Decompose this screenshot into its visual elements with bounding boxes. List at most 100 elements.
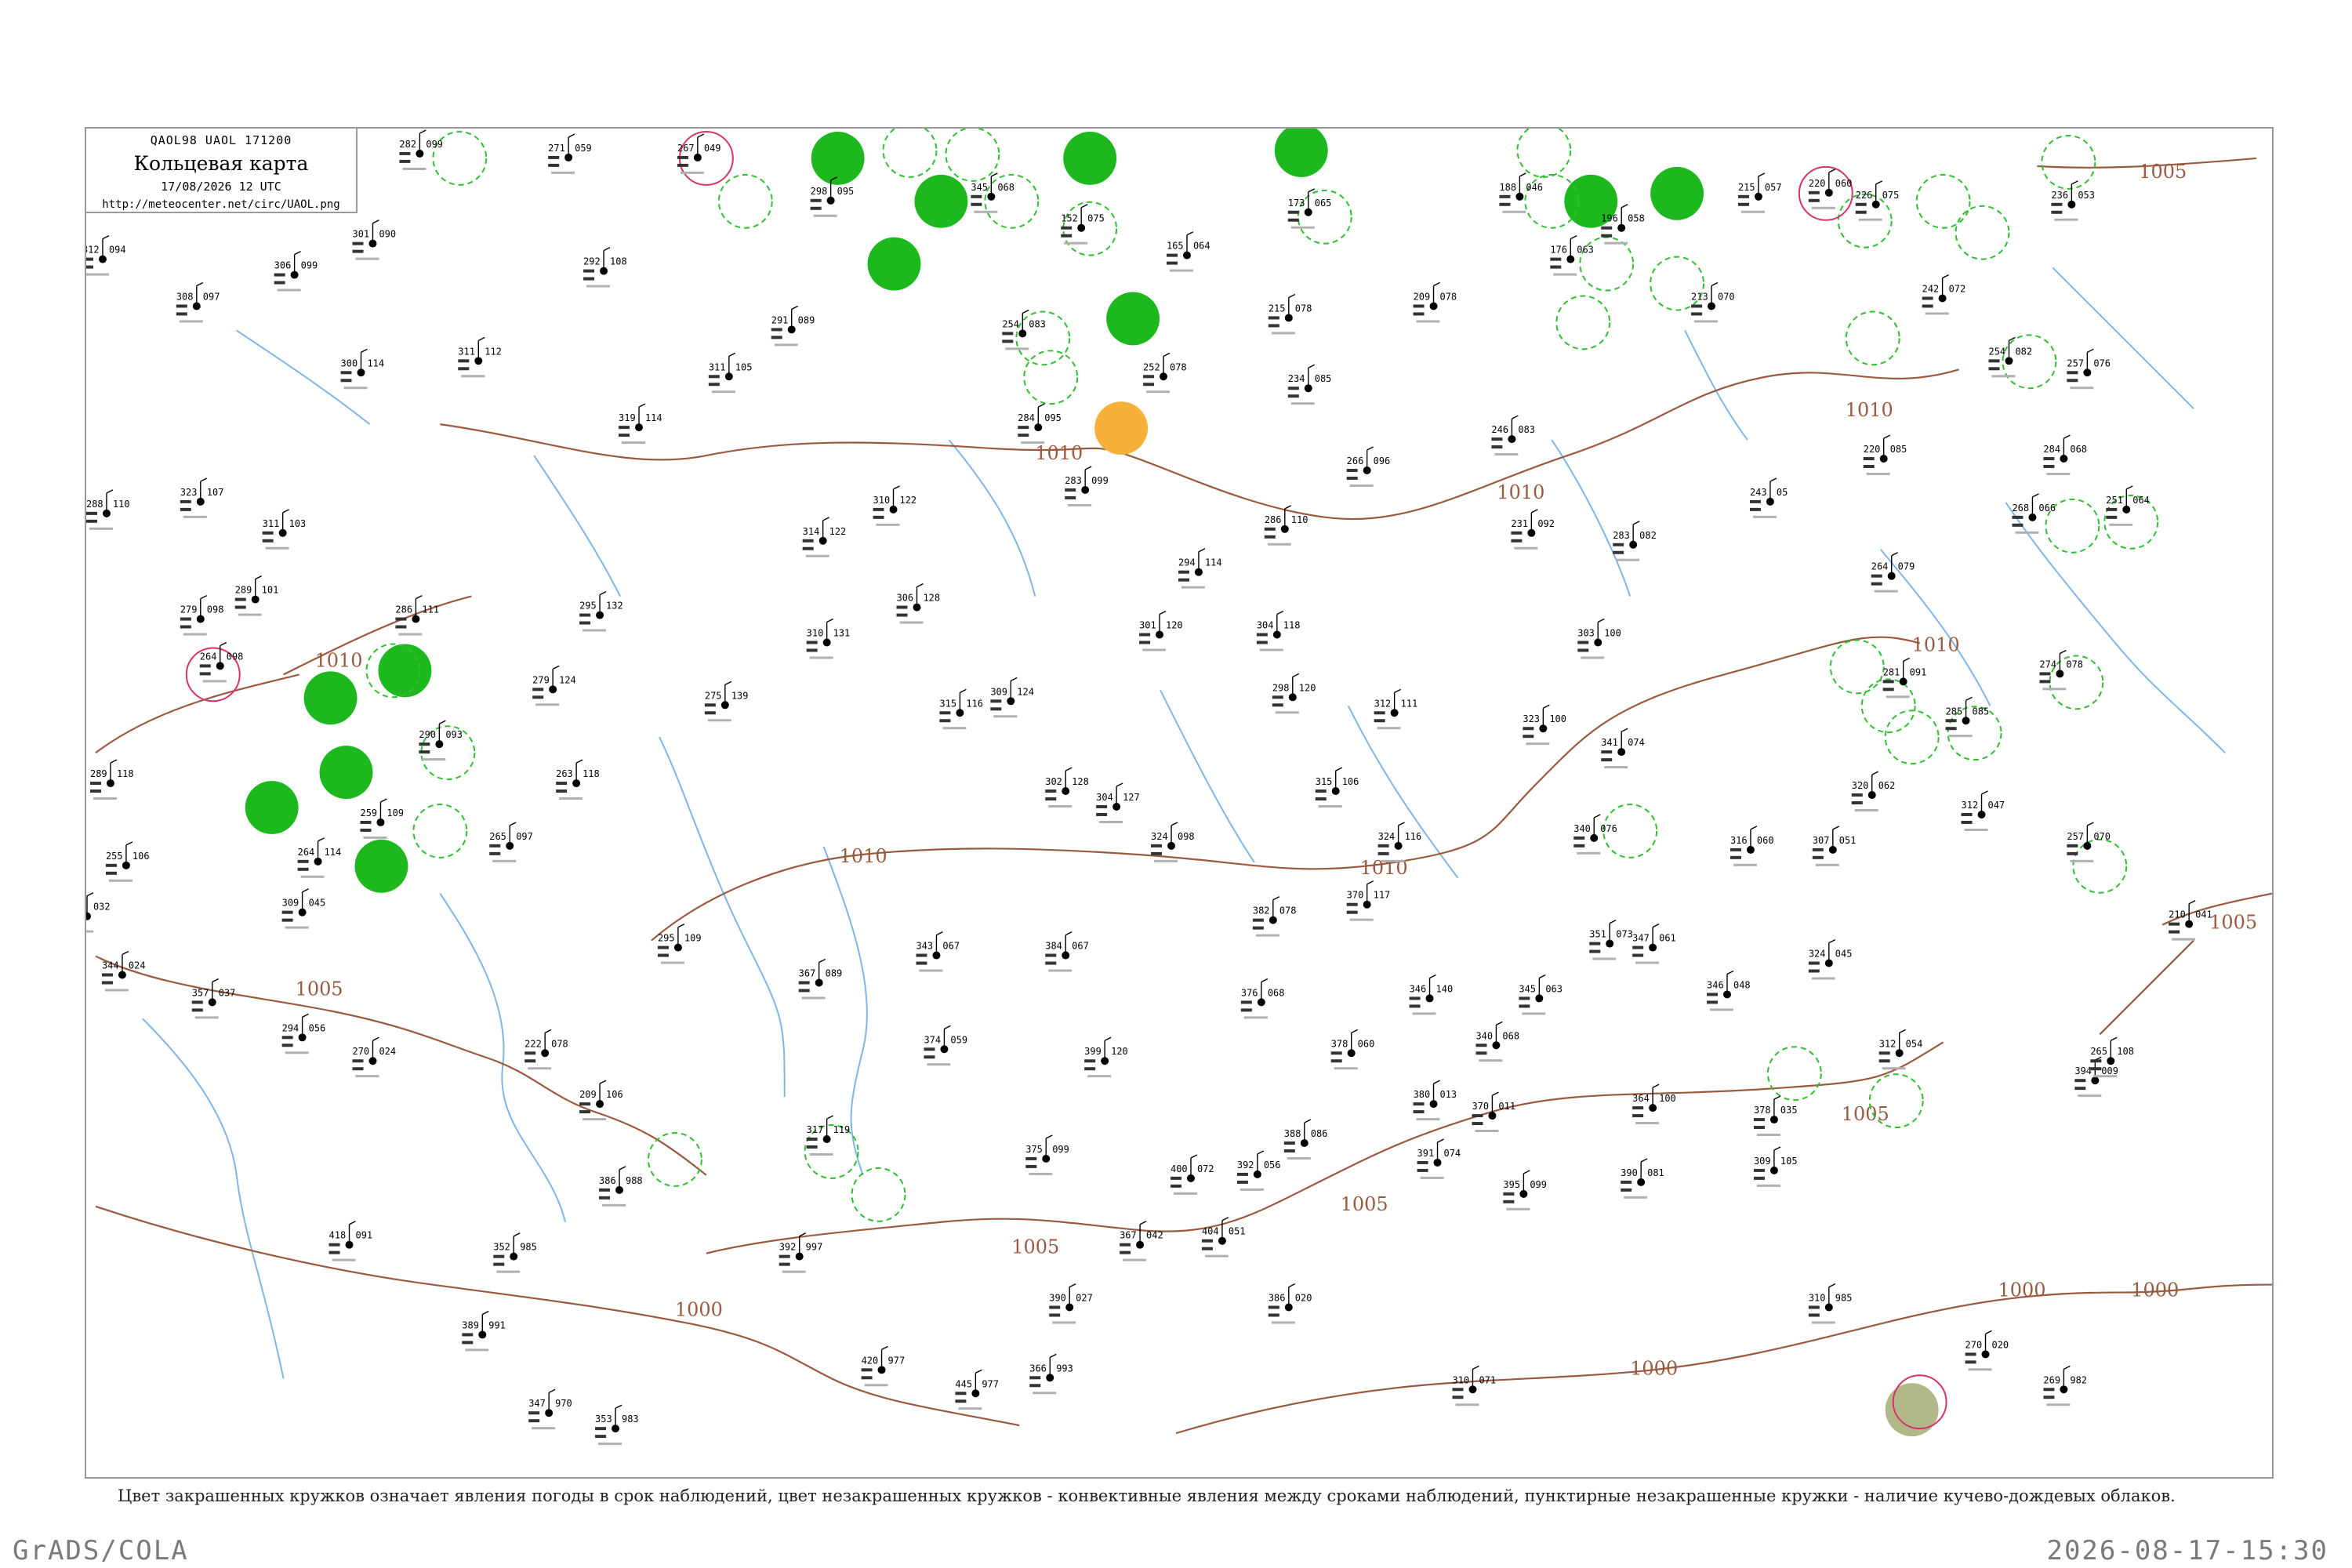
- station-plot[interactable]: 209 078: [1413, 281, 1457, 323]
- station-plot[interactable]: 236 053: [2051, 180, 2095, 221]
- station-plot[interactable]: 188 046: [1499, 172, 1543, 213]
- station-plot[interactable]: 364 100: [1632, 1083, 1676, 1125]
- station-plot[interactable]: 346 048: [1707, 970, 1751, 1011]
- station-plot[interactable]: 378 035: [1753, 1095, 1798, 1137]
- station-plot[interactable]: 317 119: [806, 1115, 851, 1156]
- station-plot[interactable]: 384 067: [1045, 931, 1089, 972]
- station-plot[interactable]: 347 061: [1632, 924, 1676, 964]
- station-plot[interactable]: 215 078: [1268, 293, 1312, 335]
- station-plot[interactable]: 242 072: [1922, 274, 1966, 315]
- station-plot[interactable]: 210 041: [2169, 900, 2212, 941]
- station-plot[interactable]: 284 068: [2043, 434, 2087, 475]
- station-plot[interactable]: 283 099: [1065, 466, 1109, 506]
- station-plot[interactable]: 255 106: [105, 841, 150, 882]
- station-plot[interactable]: 395 099: [1503, 1170, 1547, 1210]
- station-plot[interactable]: 345 063: [1519, 974, 1563, 1015]
- station-plot[interactable]: 213 070: [1691, 281, 1735, 323]
- station-plot[interactable]: 400 072: [1171, 1154, 1214, 1195]
- station-plot[interactable]: 282 099: [399, 129, 443, 170]
- station-plot[interactable]: 344 024: [101, 950, 146, 992]
- station-plot[interactable]: 310 071: [1452, 1365, 1497, 1406]
- station-plot[interactable]: 370 011: [1472, 1091, 1515, 1133]
- station-plot[interactable]: 306 128: [896, 583, 941, 624]
- station-plot[interactable]: 311 105: [708, 352, 753, 394]
- station-plot[interactable]: 386 988: [599, 1166, 643, 1207]
- station-plot[interactable]: 323 100: [1523, 704, 1566, 746]
- station-plot[interactable]: 341 074: [1601, 728, 1645, 769]
- station-plot[interactable]: 315 116: [939, 688, 983, 730]
- station-plot[interactable]: 301 120: [1139, 610, 1183, 652]
- station-plot[interactable]: 304 127: [1096, 782, 1140, 823]
- station-plot[interactable]: 304 118: [1256, 610, 1301, 652]
- station-plot[interactable]: 265 097: [489, 822, 533, 862]
- station-plot[interactable]: 310 122: [873, 485, 917, 526]
- station-plot[interactable]: 285 085: [1945, 696, 1990, 738]
- station-plot[interactable]: 215 057: [1737, 172, 1782, 213]
- station-plot[interactable]: 176 063: [1550, 235, 1594, 276]
- station-plot[interactable]: 445 977: [955, 1369, 999, 1410]
- station-plot[interactable]: 340 068: [1475, 1021, 1519, 1062]
- station-plot[interactable]: 346 140: [1409, 974, 1454, 1015]
- station-plot[interactable]: 392 056: [1236, 1150, 1281, 1191]
- station-plot[interactable]: 283 082: [1613, 521, 1657, 561]
- station-plot[interactable]: 386 020: [1268, 1283, 1312, 1324]
- station-plot[interactable]: 357 037: [191, 978, 236, 1019]
- station-plot[interactable]: 367 042: [1120, 1221, 1163, 1261]
- station-plot[interactable]: 152 075: [1061, 204, 1105, 245]
- station-plot[interactable]: 264 079: [1871, 552, 1915, 593]
- station-plot[interactable]: 288 110: [86, 489, 130, 530]
- station-plot[interactable]: 286 111: [395, 594, 439, 636]
- station-plot[interactable]: 289 118: [89, 759, 134, 800]
- station-plot[interactable]: 281 091: [1882, 657, 1927, 699]
- station-plot[interactable]: 388 086: [1283, 1119, 1328, 1160]
- station-plot[interactable]: 165 064: [1167, 231, 1210, 272]
- station-plot[interactable]: 418 091: [328, 1221, 373, 1261]
- station-plot[interactable]: 306 099: [274, 251, 318, 292]
- station-plot[interactable]: 340 076: [1573, 814, 1617, 855]
- station-plot[interactable]: 399 120: [1084, 1036, 1128, 1078]
- station-plot[interactable]: 391 074: [1417, 1138, 1461, 1179]
- station-plot[interactable]: 173 065: [1287, 188, 1332, 229]
- station-plot[interactable]: 286 110: [1264, 505, 1308, 546]
- station-plot[interactable]: 324 045: [1808, 938, 1853, 980]
- station-plot[interactable]: 312 094: [86, 235, 126, 276]
- station-plot[interactable]: 234 085: [1287, 364, 1332, 405]
- station-plot[interactable]: 257 070: [2067, 822, 2111, 862]
- station-plot[interactable]: 226 075: [1855, 180, 1900, 221]
- station-plot[interactable]: 303 100: [1577, 618, 1621, 659]
- station-plot[interactable]: 294 056: [281, 1013, 326, 1054]
- station-plot[interactable]: 309 124: [990, 677, 1034, 718]
- station-plot[interactable]: 270 024: [352, 1036, 397, 1078]
- station-plot[interactable]: 292 108: [583, 247, 627, 288]
- station-plot[interactable]: 263 118: [556, 759, 600, 800]
- station-plot[interactable]: 231 092: [1511, 509, 1555, 550]
- station-plot[interactable]: 347 970: [528, 1388, 572, 1430]
- station-plot[interactable]: 254 083: [1002, 309, 1046, 350]
- station-plot[interactable]: 289 101: [234, 575, 279, 616]
- station-plot[interactable]: 264 114: [297, 837, 342, 878]
- station-plot[interactable]: 390 027: [1049, 1283, 1093, 1324]
- station-plot[interactable]: 367 089: [798, 958, 843, 1000]
- station-plot[interactable]: 279 098: [180, 594, 224, 636]
- station-plot[interactable]: 352 985: [493, 1232, 537, 1273]
- station-plot[interactable]: 302 128: [1045, 767, 1089, 808]
- station-plot[interactable]: 222 078: [524, 1029, 568, 1070]
- station-plot[interactable]: 343 067: [916, 931, 960, 972]
- station-plot[interactable]: 380 013: [1413, 1080, 1457, 1121]
- station-plot[interactable]: 309 045: [281, 888, 326, 929]
- station-plot[interactable]: 420 977: [861, 1345, 906, 1387]
- station-plot[interactable]: 307 051: [1812, 826, 1857, 866]
- station-plot[interactable]: 243 05: [1749, 477, 1788, 518]
- station-plot[interactable]: 267 049: [677, 133, 721, 174]
- station-plot[interactable]: 315 106: [1315, 767, 1359, 808]
- station-plot[interactable]: 312 111: [1374, 688, 1418, 730]
- station-plot[interactable]: 312 054: [1878, 1029, 1923, 1070]
- station-plot[interactable]: 376 068: [1240, 978, 1285, 1019]
- station-plot[interactable]: 294 114: [1178, 548, 1222, 589]
- station-plot[interactable]: 269 982: [2043, 1365, 2087, 1406]
- station-plot[interactable]: 389 991: [462, 1310, 506, 1352]
- station-plot[interactable]: 312 047: [1961, 790, 2005, 831]
- station-plot[interactable]: 374 059: [924, 1025, 967, 1066]
- station-plot[interactable]: 351 073: [1589, 920, 1633, 960]
- station-plot[interactable]: 319 114: [619, 403, 662, 445]
